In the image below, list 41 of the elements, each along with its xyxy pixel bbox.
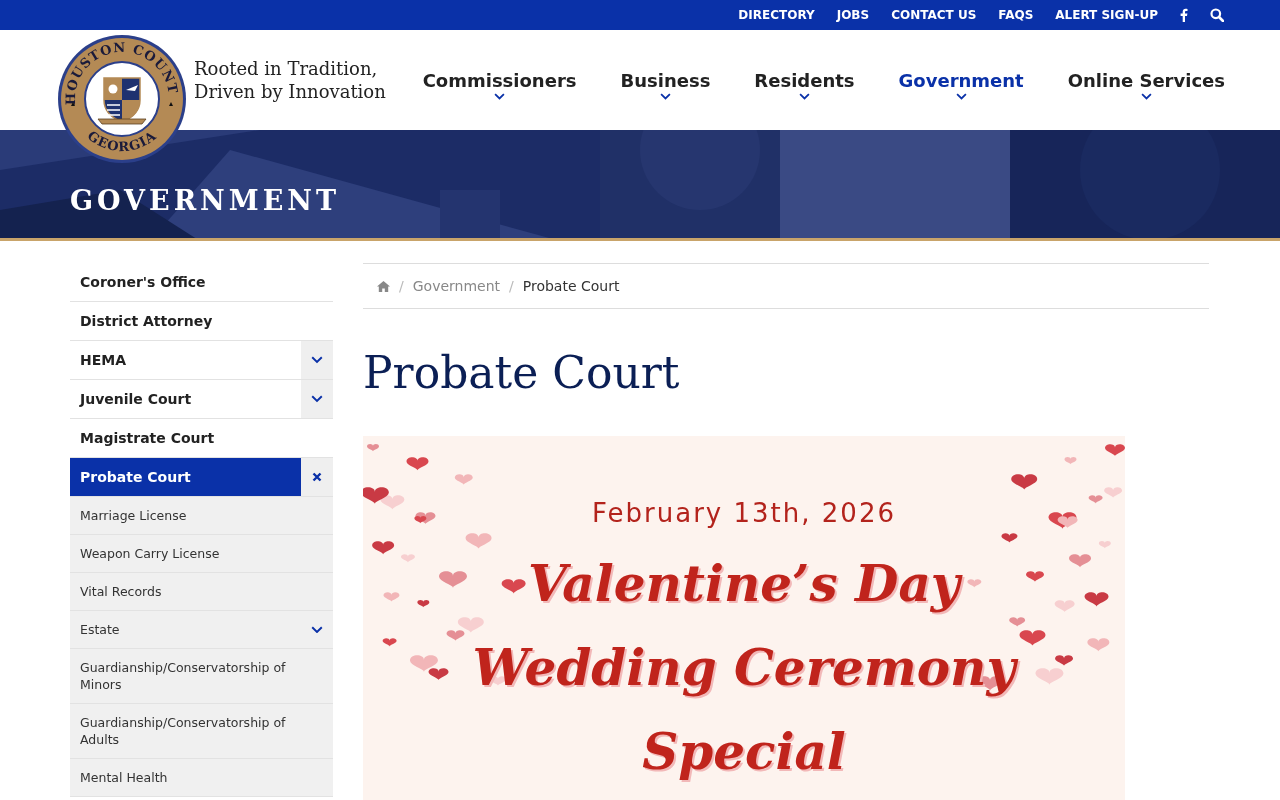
- sidebar-subitem[interactable]: Mental Health: [70, 759, 333, 796]
- chevron-down-icon: [494, 93, 506, 100]
- collapse-button[interactable]: [301, 458, 333, 496]
- top-link[interactable]: CONTACT US: [891, 8, 977, 22]
- nav-item[interactable]: Government: [898, 60, 1024, 100]
- nav-item[interactable]: Business: [620, 60, 711, 100]
- chevron-down-icon: [798, 93, 810, 100]
- top-link[interactable]: ALERT SIGN-UP: [1055, 8, 1158, 22]
- sidebar-subitem[interactable]: Marriage License: [70, 497, 333, 534]
- top-link[interactable]: JOBS: [836, 8, 870, 22]
- expand-button[interactable]: [301, 341, 333, 379]
- nav-item[interactable]: Commissioners: [422, 60, 577, 100]
- flyer-title: Special: [642, 721, 846, 783]
- nav-item[interactable]: Online Services: [1067, 60, 1225, 100]
- sidebar-subitem[interactable]: Guardianship/Conservatorship of Adults: [70, 704, 333, 758]
- chevron-down-icon: [311, 395, 323, 403]
- chevron-down-icon: [659, 93, 671, 100]
- tagline: Rooted in Tradition, Driven by Innovation: [194, 57, 386, 103]
- facebook-icon[interactable]: [1180, 8, 1188, 22]
- sidebar-subitem[interactable]: Vital Records: [70, 573, 333, 610]
- home-icon[interactable]: [377, 280, 390, 292]
- chevron-down-icon: [311, 356, 323, 364]
- section-title: GOVERNMENT: [70, 185, 340, 216]
- sidebar-item[interactable]: Probate Court: [70, 458, 301, 496]
- top-link[interactable]: DIRECTORY: [738, 8, 815, 22]
- close-icon: [312, 472, 322, 482]
- search-icon[interactable]: [1210, 8, 1224, 22]
- page-title: Probate Court: [363, 347, 681, 398]
- breadcrumb-link[interactable]: Government: [412, 278, 501, 294]
- expand-button[interactable]: [301, 380, 333, 418]
- chevron-down-icon: [311, 625, 323, 634]
- breadcrumb-separator: /: [509, 278, 514, 294]
- top-link[interactable]: FAQS: [998, 8, 1034, 22]
- sidebar-subitem[interactable]: Weapon Carry License: [70, 535, 333, 572]
- breadcrumb-separator: /: [399, 278, 404, 294]
- flyer-date: February 13th, 2026: [592, 498, 896, 528]
- chevron-down-icon: [955, 93, 967, 100]
- chevron-down-icon: [1140, 93, 1152, 100]
- nav-item[interactable]: Residents: [754, 60, 855, 100]
- sidebar-subitem[interactable]: Guardianship/Conservatorship of Minors: [70, 649, 333, 703]
- breadcrumb-link[interactable]: Probate Court: [522, 278, 620, 294]
